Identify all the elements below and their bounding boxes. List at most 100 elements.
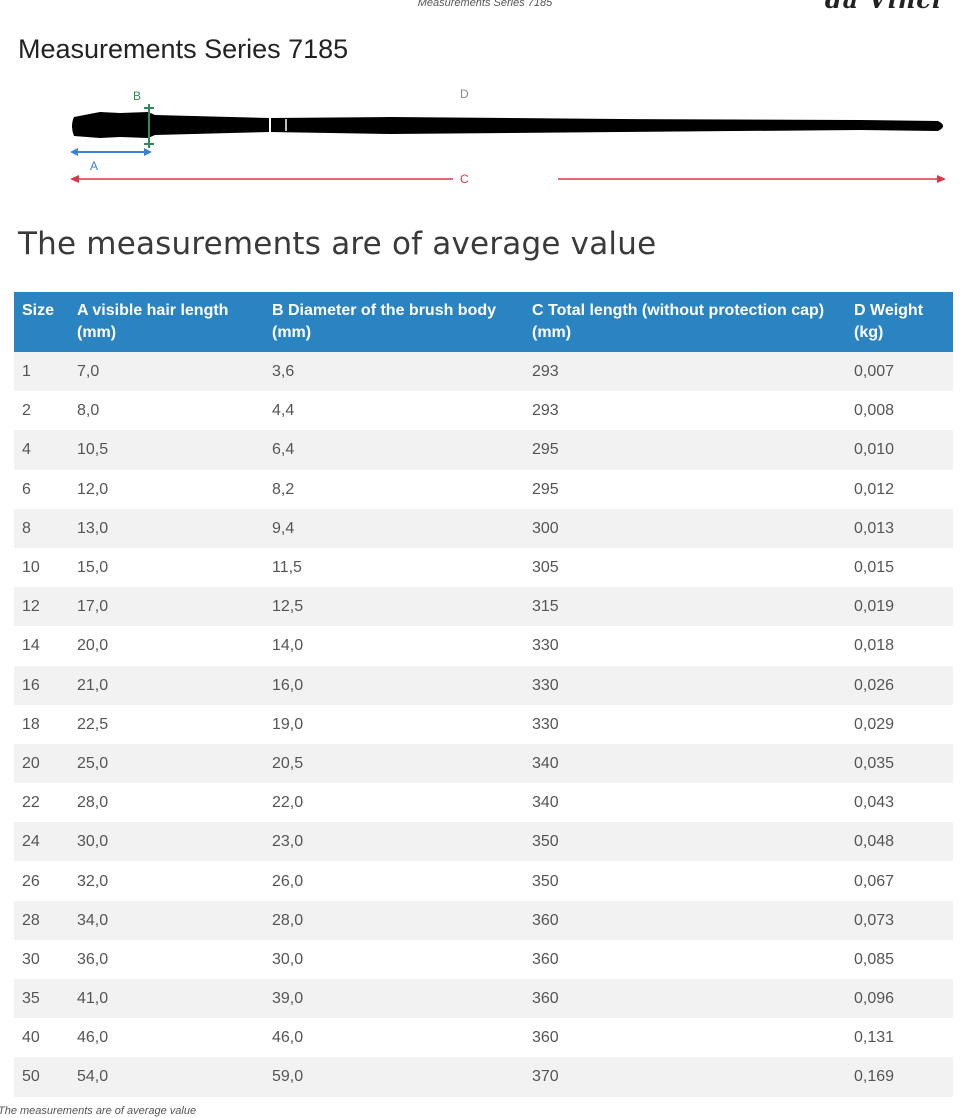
cell-weight: 0,008 <box>846 391 953 431</box>
cell-size: 6 <box>14 469 69 509</box>
cell-hair-length: 22,5 <box>69 704 264 744</box>
table-row: 1 7,0 3,6 293 0,007 <box>14 352 953 392</box>
cell-weight: 0,096 <box>846 979 953 1019</box>
cell-total-length: 293 <box>524 391 846 431</box>
table-row: 50 54,0 59,0 370 0,169 <box>14 1057 953 1097</box>
cell-total-length: 360 <box>524 900 846 940</box>
cell-total-length: 360 <box>524 979 846 1019</box>
table-row: 20 25,0 20,5 340 0,035 <box>14 743 953 784</box>
cell-diameter: 23,0 <box>264 822 524 862</box>
cell-size: 10 <box>14 547 69 588</box>
cell-hair-length: 54,0 <box>69 1057 264 1097</box>
table-row: 2 8,0 4,4 293 0,008 <box>14 391 953 431</box>
cell-diameter: 11,5 <box>264 547 524 588</box>
cell-diameter: 59,0 <box>264 1057 524 1097</box>
cell-diameter: 4,4 <box>264 391 524 431</box>
table-row: 12 17,0 12,5 315 0,019 <box>14 587 953 627</box>
cell-diameter: 20,5 <box>264 743 524 784</box>
cell-weight: 0,073 <box>846 900 953 940</box>
cell-total-length: 293 <box>524 352 846 392</box>
cell-weight: 0,043 <box>846 783 953 823</box>
table-row: 30 36,0 30,0 360 0,085 <box>14 939 953 979</box>
cell-hair-length: 25,0 <box>69 743 264 784</box>
cell-weight: 0,085 <box>846 939 953 979</box>
cell-size: 30 <box>14 939 69 979</box>
cell-weight: 0,131 <box>846 1018 953 1058</box>
table-row: 10 15,0 11,5 305 0,015 <box>14 547 953 588</box>
marker-b-label: B <box>133 89 141 103</box>
cell-size: 4 <box>14 430 69 470</box>
section-heading: The measurements are of average value <box>18 226 657 262</box>
cell-hair-length: 8,0 <box>69 391 264 431</box>
cell-total-length: 370 <box>524 1057 846 1097</box>
cell-size: 14 <box>14 626 69 666</box>
cell-size: 1 <box>14 352 69 392</box>
cell-hair-length: 36,0 <box>69 939 264 979</box>
marker-a-arrow-left <box>70 148 78 156</box>
cell-weight: 0,012 <box>846 469 953 509</box>
cell-total-length: 350 <box>524 861 846 901</box>
marker-a-label: A <box>90 159 98 173</box>
cell-hair-length: 21,0 <box>69 665 264 705</box>
column-header-size: Size <box>14 292 69 352</box>
table-header-row: Size A visible hair length (mm) B Diamet… <box>14 292 953 352</box>
cell-hair-length: 15,0 <box>69 547 264 588</box>
cell-diameter: 26,0 <box>264 861 524 901</box>
cell-total-length: 295 <box>524 430 846 470</box>
cell-weight: 0,010 <box>846 430 953 470</box>
column-header-hair-length: A visible hair length (mm) <box>69 292 264 352</box>
cell-hair-length: 20,0 <box>69 626 264 666</box>
cell-size: 35 <box>14 979 69 1019</box>
table-row: 8 13,0 9,4 300 0,013 <box>14 508 953 548</box>
cell-size: 24 <box>14 822 69 862</box>
cell-total-length: 330 <box>524 704 846 744</box>
marker-c-arrow-right <box>937 175 946 183</box>
cell-size: 26 <box>14 861 69 901</box>
cell-total-length: 340 <box>524 743 846 784</box>
cell-diameter: 16,0 <box>264 665 524 705</box>
cell-diameter: 8,2 <box>264 469 524 509</box>
column-header-diameter: B Diameter of the brush body (mm) <box>264 292 524 352</box>
cell-weight: 0,026 <box>846 665 953 705</box>
table-row: 26 32,0 26,0 350 0,067 <box>14 861 953 901</box>
cell-hair-length: 46,0 <box>69 1018 264 1058</box>
cell-diameter: 28,0 <box>264 900 524 940</box>
cell-weight: 0,015 <box>846 547 953 588</box>
table-row: 35 41,0 39,0 360 0,096 <box>14 979 953 1019</box>
brand-logo: da Vinci <box>825 0 942 12</box>
brush-diagram: B A D C <box>70 87 946 186</box>
cell-diameter: 30,0 <box>264 939 524 979</box>
table-row: 4 10,5 6,4 295 0,010 <box>14 430 953 470</box>
cell-total-length: 330 <box>524 665 846 705</box>
cell-total-length: 295 <box>524 469 846 509</box>
cell-total-length: 315 <box>524 587 846 627</box>
cell-hair-length: 7,0 <box>69 352 264 392</box>
cell-hair-length: 17,0 <box>69 587 264 627</box>
cell-total-length: 305 <box>524 547 846 588</box>
column-header-total-length: C Total length (without protection cap) … <box>524 292 846 352</box>
cell-hair-length: 41,0 <box>69 979 264 1019</box>
marker-a-arrow-right <box>144 148 152 156</box>
cell-total-length: 340 <box>524 783 846 823</box>
cell-diameter: 3,6 <box>264 352 524 392</box>
table-row: 14 20,0 14,0 330 0,018 <box>14 626 953 666</box>
table-row: 16 21,0 16,0 330 0,026 <box>14 665 953 705</box>
table-row: 18 22,5 19,0 330 0,029 <box>14 704 953 744</box>
cell-hair-length: 34,0 <box>69 900 264 940</box>
cell-weight: 0,169 <box>846 1057 953 1097</box>
cell-diameter: 46,0 <box>264 1018 524 1058</box>
cell-total-length: 360 <box>524 939 846 979</box>
cell-weight: 0,019 <box>846 587 953 627</box>
table-row: 22 28,0 22,0 340 0,043 <box>14 783 953 823</box>
cell-total-length: 300 <box>524 508 846 548</box>
cell-diameter: 6,4 <box>264 430 524 470</box>
marker-d-label: D <box>460 87 469 101</box>
table-row: 28 34,0 28,0 360 0,073 <box>14 900 953 940</box>
cell-hair-length: 32,0 <box>69 861 264 901</box>
marker-c-arrow-left <box>70 175 79 183</box>
cell-diameter: 12,5 <box>264 587 524 627</box>
cell-size: 2 <box>14 391 69 431</box>
cell-weight: 0,048 <box>846 822 953 862</box>
cell-diameter: 39,0 <box>264 979 524 1019</box>
cell-weight: 0,013 <box>846 508 953 548</box>
